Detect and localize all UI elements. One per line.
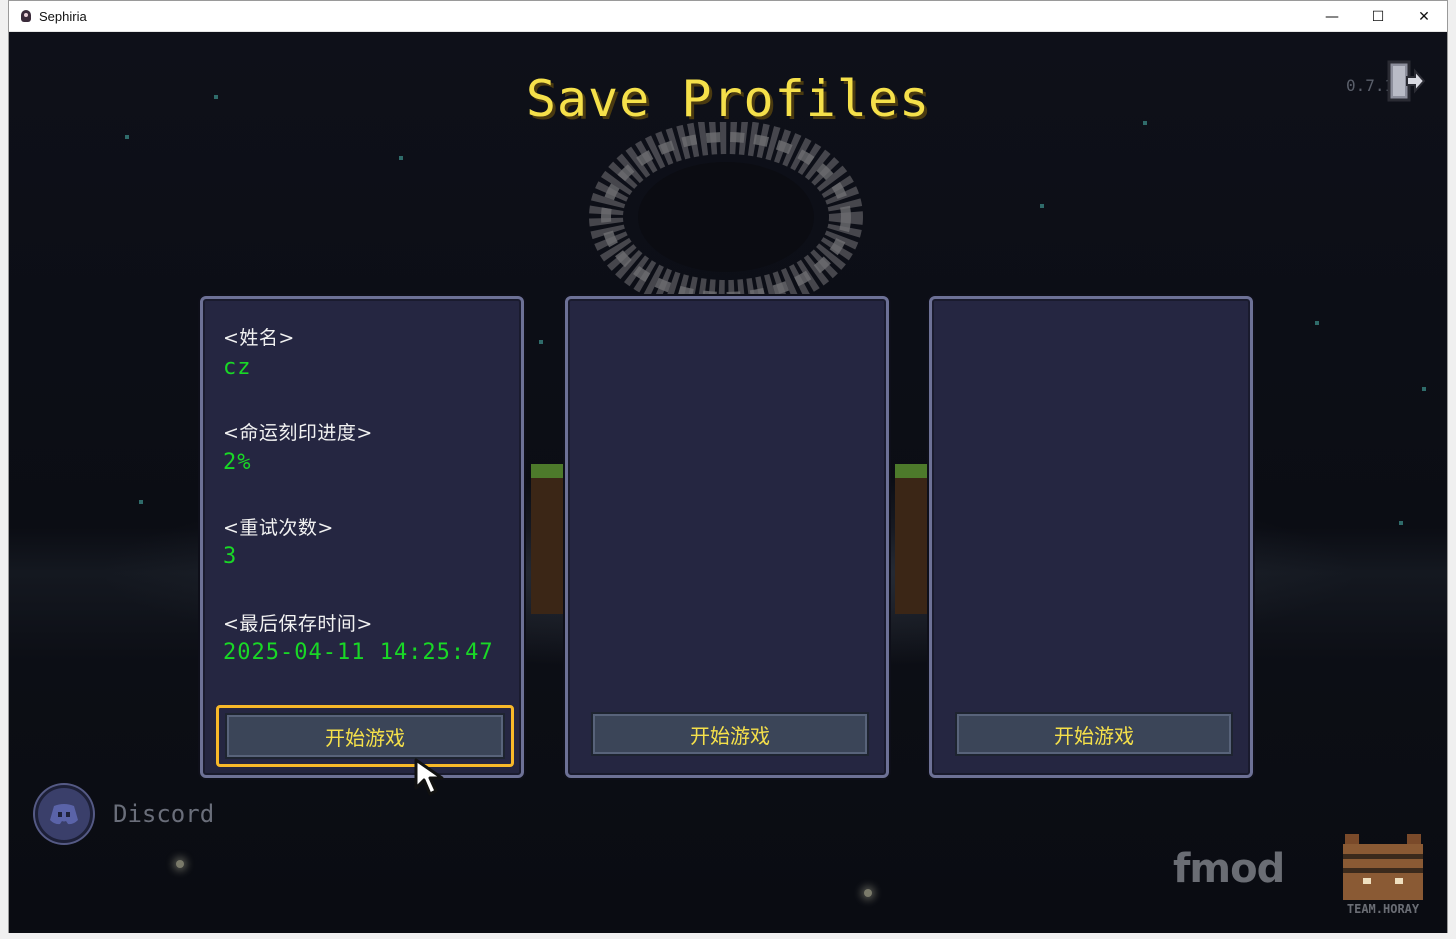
- background-star: [539, 340, 543, 344]
- name-label: <姓名>: [223, 327, 295, 349]
- team-horay-logo-text: TEAM.HORAY: [1346, 902, 1420, 916]
- background-star: [399, 156, 403, 160]
- start-game-button-3[interactable]: 开始游戏: [955, 712, 1233, 756]
- exit-door-icon[interactable]: [1387, 60, 1425, 102]
- game-viewport: Save Profiles 0.7.1 <姓名> cz <命运刻印进度> 2% …: [9, 32, 1447, 933]
- retry-count-value: 3: [223, 544, 238, 569]
- start-game-button-face: 开始游戏: [225, 713, 505, 759]
- background-star: [1040, 204, 1044, 208]
- last-saved-value: 2025-04-11 14:25:47: [223, 640, 494, 665]
- fate-progress-label: <命运刻印进度>: [223, 422, 373, 444]
- page-title: Save Profiles: [525, 70, 931, 128]
- start-game-button-1[interactable]: 开始游戏: [216, 705, 514, 767]
- save-profile-card-3[interactable]: 开始游戏: [929, 296, 1253, 778]
- fmod-logo: fmod: [1173, 846, 1285, 892]
- last-saved-label: <最后保存时间>: [223, 613, 373, 635]
- background-hedge: [895, 464, 931, 614]
- background-star: [1399, 521, 1403, 525]
- discord-link[interactable]: Discord: [35, 785, 214, 843]
- window-controls: — ☐ ✕: [1309, 1, 1447, 32]
- discord-icon: [50, 804, 78, 825]
- background-star: [1422, 387, 1426, 391]
- background-star: [139, 500, 143, 504]
- title-bar[interactable]: Sephiria — ☐ ✕: [9, 1, 1447, 32]
- window-title: Sephiria: [39, 8, 87, 24]
- discord-label: Discord: [113, 800, 215, 828]
- background-light: [176, 860, 184, 868]
- retry-count-label: <重试次数>: [223, 517, 334, 539]
- background-star: [125, 135, 129, 139]
- fate-progress-value: 2%: [223, 450, 252, 475]
- minimize-button[interactable]: —: [1309, 1, 1355, 32]
- discord-badge: [35, 785, 93, 843]
- close-button[interactable]: ✕: [1401, 1, 1447, 32]
- background-hedge: [531, 464, 567, 614]
- game-window: Sephiria — ☐ ✕ Save Profiles 0.7.1 <姓名> …: [8, 0, 1448, 933]
- save-profile-card-1[interactable]: <姓名> cz <命运刻印进度> 2% <重试次数> 3 <最后保存时间> 20…: [200, 296, 524, 778]
- app-icon: [21, 10, 31, 22]
- maximize-button[interactable]: ☐: [1355, 1, 1401, 32]
- name-value: cz: [223, 355, 252, 380]
- save-profile-card-2[interactable]: 开始游戏: [565, 296, 889, 778]
- thorn-wreath-decoration: [589, 122, 863, 314]
- background-light: [864, 889, 872, 897]
- mouse-cursor-icon: [414, 758, 444, 796]
- start-game-button-2[interactable]: 开始游戏: [591, 712, 869, 756]
- background-star: [1315, 321, 1319, 325]
